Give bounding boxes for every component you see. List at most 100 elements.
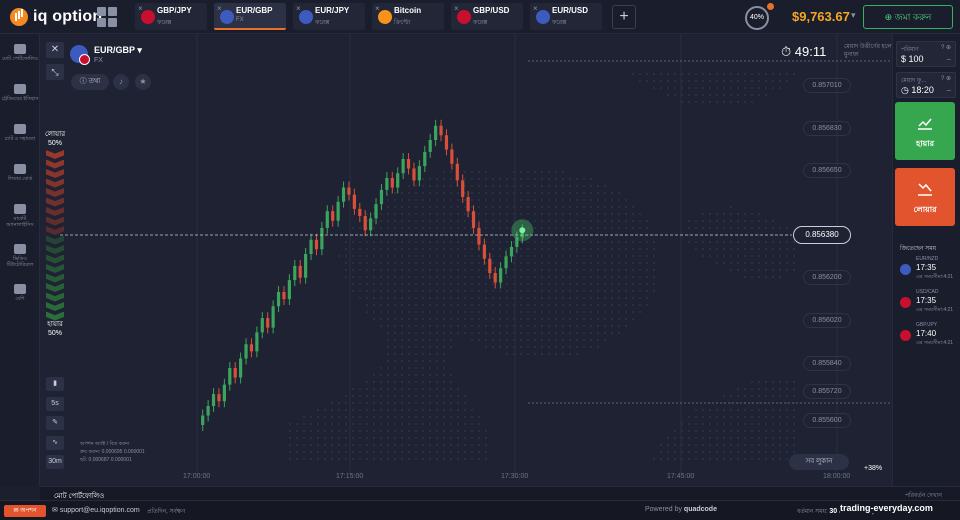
tab-eur-usd[interactable]: × EUR/USD ফরেক্স — [530, 3, 602, 30]
expiry-field[interactable]: মেয়াদ ফু...? ⊕ ◷ 18:20− — [896, 72, 956, 98]
tab-gbp-jpy[interactable]: × GBP/JPY ফরেক্স — [135, 3, 207, 30]
candle — [504, 256, 508, 269]
map-dot — [295, 457, 299, 461]
add-tab-button[interactable]: + — [612, 5, 636, 29]
sidebar-item-3[interactable]: লিডার বোর্ড — [0, 164, 40, 182]
sidebar-item-4[interactable]: মার্কেট অ্যানালাইসিস — [0, 204, 40, 228]
map-dot — [407, 205, 411, 209]
candle — [228, 368, 232, 385]
map-dot — [729, 219, 733, 223]
map-dot — [498, 247, 502, 251]
map-dot — [554, 205, 558, 209]
favorite-star-icon[interactable]: ★ — [135, 74, 151, 90]
map-dot — [722, 415, 726, 419]
sidebar-item-6[interactable]: বেশি — [0, 284, 40, 302]
map-dot — [589, 177, 593, 181]
indicator-tool-icon[interactable]: ∿ — [46, 436, 64, 450]
chart-area[interactable] — [40, 34, 892, 486]
map-dot — [547, 324, 551, 328]
map-dot — [659, 443, 663, 447]
map-dot — [575, 184, 579, 188]
account-balance[interactable]: $9,763.67 — [792, 9, 850, 24]
timeframe-30m[interactable]: 30m — [46, 455, 64, 469]
map-dot — [582, 268, 586, 272]
map-dot — [771, 380, 775, 384]
sidebar-item-5[interactable]: ভিডিও টিউটোরিয়াল — [0, 244, 40, 268]
all-assets-grid-icon[interactable] — [96, 6, 118, 28]
timeframe-5s[interactable]: 5s — [46, 397, 64, 411]
map-dot — [435, 275, 439, 279]
candle — [298, 265, 302, 278]
map-dot — [365, 268, 369, 272]
map-dot — [729, 401, 733, 405]
higher-button[interactable]: হায়ার — [895, 102, 955, 160]
map-dot — [540, 240, 544, 244]
sidebar-item-1[interactable]: ট্রেডিংয়ের ইতিহাস — [0, 84, 40, 102]
sidebar-item-0[interactable]: মোট পোর্টফোলিও — [0, 44, 40, 62]
map-dot — [519, 345, 523, 349]
map-dot — [736, 93, 740, 97]
map-dot — [477, 436, 481, 440]
chevron-down-icon[interactable]: ▾ — [851, 10, 856, 21]
amount-field[interactable]: পরিমাণ? ⊕ $ 100− — [896, 41, 956, 67]
map-dot — [386, 289, 390, 293]
map-dot — [561, 317, 565, 321]
chart-type-tool-icon[interactable]: ▮ — [46, 377, 64, 391]
map-dot — [456, 198, 460, 202]
map-dot — [386, 422, 390, 426]
logo-icon — [10, 8, 28, 26]
map-dot — [491, 317, 495, 321]
map-dot — [568, 352, 572, 356]
candle — [385, 178, 389, 190]
tab-eur-gbp[interactable]: × EUR/GBP FX — [214, 3, 286, 30]
asset-selector[interactable]: EUR/GBP ▾ — [94, 45, 142, 56]
map-dot — [316, 415, 320, 419]
map-dot — [575, 212, 579, 216]
draw-tool-icon[interactable]: ✎ — [46, 416, 64, 430]
map-dot — [729, 408, 733, 412]
popular-item[interactable]: EUR/NZD 17:35 এর সময়সীমা:4:21 — [896, 256, 956, 282]
live-chat-button[interactable]: ✉ অপশন — [4, 505, 46, 517]
map-dot — [428, 205, 432, 209]
map-dot — [414, 198, 418, 202]
map-dot — [575, 338, 579, 342]
portfolio-bar[interactable]: মোট পোর্টফোলিও পরিবর্তন দেখান — [40, 486, 960, 500]
zoom-icon[interactable]: ⤡ — [46, 64, 64, 80]
map-dot — [428, 429, 432, 433]
map-dot — [575, 268, 579, 272]
map-dot — [638, 268, 642, 272]
map-dot — [778, 429, 782, 433]
alert-bell-icon[interactable]: ♪ — [113, 74, 129, 90]
map-dot — [456, 422, 460, 426]
map-dot — [365, 275, 369, 279]
deposit-button[interactable]: ⊕ জমা করুন — [863, 5, 953, 29]
hide-all-button[interactable]: সব লুকান — [789, 454, 849, 470]
candle — [423, 151, 427, 167]
map-dot — [463, 324, 467, 328]
map-dot — [596, 345, 600, 349]
map-dot — [631, 268, 635, 272]
tab-eur-jpy[interactable]: × EUR/JPY ফরেক্স — [293, 3, 365, 30]
map-dot — [470, 282, 474, 286]
map-dot — [365, 247, 369, 251]
map-dot — [414, 415, 418, 419]
tab-bitcoin[interactable]: × Bitcoin ক্রিপ্টো — [372, 3, 444, 30]
popular-item[interactable]: USD/CAD 17:35 এর সময়সীমা:4:21 — [896, 289, 956, 315]
map-dot — [715, 79, 719, 83]
sidebar-item-2[interactable]: চ্যাট ও সহায়তা — [0, 124, 40, 142]
map-dot — [701, 415, 705, 419]
tab-gbp-usd[interactable]: × GBP/USD ফরেক্স — [451, 3, 523, 30]
support-email[interactable]: ✉ support@eu.iqoption.com — [52, 506, 140, 514]
popular-item[interactable]: GBP/JPY 17:40 এর সময়সীমা:4:21 — [896, 322, 956, 348]
map-dot — [358, 268, 362, 272]
close-chart-icon[interactable]: ✕ — [46, 42, 64, 58]
map-dot — [771, 268, 775, 272]
progress-ring[interactable]: 40% — [745, 6, 769, 30]
price-chart[interactable] — [40, 34, 892, 486]
logo[interactable]: iq option — [10, 8, 102, 26]
map-dot — [484, 219, 488, 223]
info-button[interactable]: ⓘ তথ্য — [71, 74, 109, 90]
map-dot — [533, 219, 537, 223]
lower-button[interactable]: লোয়ার — [895, 168, 955, 226]
map-dot — [722, 422, 726, 426]
